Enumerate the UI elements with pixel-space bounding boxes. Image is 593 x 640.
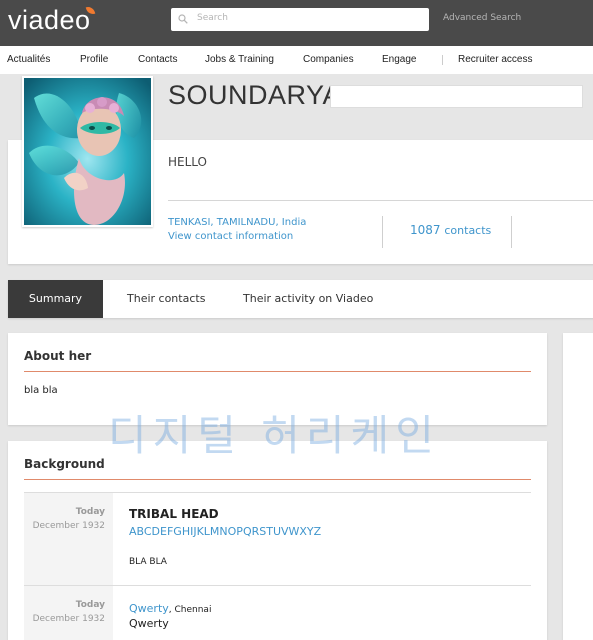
side-panel — [563, 333, 593, 640]
company-city: , Chennai — [168, 605, 212, 615]
company-link[interactable]: Qwerty — [129, 602, 169, 615]
entry-description: BLA BLA — [129, 557, 167, 567]
about-text: bla bla — [24, 385, 58, 396]
contacts-count-number: 1087 — [410, 223, 441, 237]
tab-their-activity[interactable]: Their activity on Viadeo — [243, 280, 373, 318]
search-input[interactable]: Search — [171, 8, 429, 31]
entry-company: Qwerty, Chennai — [129, 602, 211, 615]
nav-jobs-training[interactable]: Jobs & Training — [205, 54, 274, 65]
profile-photo[interactable] — [22, 76, 153, 227]
contacts-count-label: contacts — [444, 224, 492, 237]
tab-their-contacts[interactable]: Their contacts — [127, 280, 205, 318]
section-rule — [24, 371, 531, 372]
entry-date: Today December 1932 — [24, 493, 113, 586]
viadeo-logo[interactable]: viadeo — [8, 5, 95, 36]
background-title: Background — [24, 457, 105, 471]
profile-location[interactable]: TENKASI, TAMILNADU, India — [168, 217, 306, 228]
logo-text: viadeo — [8, 5, 91, 35]
nav-profile[interactable]: Profile — [80, 54, 108, 65]
entry-date-since: December 1932 — [32, 521, 105, 531]
about-title: About her — [24, 349, 92, 363]
nav-companies[interactable]: Companies — [303, 54, 354, 65]
search-placeholder: Search — [197, 13, 228, 23]
profile-image — [24, 78, 151, 225]
nav-engage[interactable]: Engage — [382, 54, 416, 65]
divider — [511, 216, 512, 248]
background-entry: Today December 1932 TRIBAL HEAD ABCDEFGH… — [24, 492, 531, 586]
entry-role: Qwerty — [129, 617, 169, 630]
entry-date-since: December 1932 — [32, 614, 105, 624]
profile-headline: HELLO — [168, 155, 207, 169]
background-panel: Background Today December 1932 TRIBAL HE… — [8, 441, 547, 640]
entry-title: TRIBAL HEAD — [129, 507, 219, 521]
name-banner-field — [330, 85, 583, 108]
search-icon — [178, 14, 188, 24]
entry-date-label: Today — [75, 507, 105, 517]
advanced-search-link[interactable]: Advanced Search — [443, 13, 521, 23]
main-nav: Actualités Profile Contacts Jobs & Train… — [0, 46, 593, 74]
view-contact-info-link[interactable]: View contact information — [168, 231, 293, 242]
watermark-text: 디지털 허리케인 — [108, 411, 440, 460]
nav-divider — [442, 55, 443, 65]
entry-link[interactable]: ABCDEFGHIJKLMNOPQRSTUVWXYZ — [129, 525, 321, 538]
divider — [382, 216, 383, 248]
nav-recruiter-access[interactable]: Recruiter access — [458, 54, 532, 65]
nav-actualites[interactable]: Actualités — [7, 54, 50, 65]
tab-summary[interactable]: Summary — [8, 280, 103, 318]
nav-contacts[interactable]: Contacts — [138, 54, 177, 65]
profile-tabs: Summary Their contacts Their activity on… — [8, 280, 593, 318]
top-bar: viadeo Search Advanced Search — [0, 0, 593, 46]
contacts-count-link[interactable]: 1087 contacts — [410, 223, 491, 237]
entry-date: Today December 1932 — [24, 586, 113, 640]
profile-name: SOUNDARYA — [168, 80, 342, 110]
divider — [168, 200, 593, 201]
background-entry: Today December 1932 Qwerty, Chennai Qwer… — [24, 585, 531, 640]
entry-date-label: Today — [75, 600, 105, 610]
section-rule — [24, 479, 531, 480]
